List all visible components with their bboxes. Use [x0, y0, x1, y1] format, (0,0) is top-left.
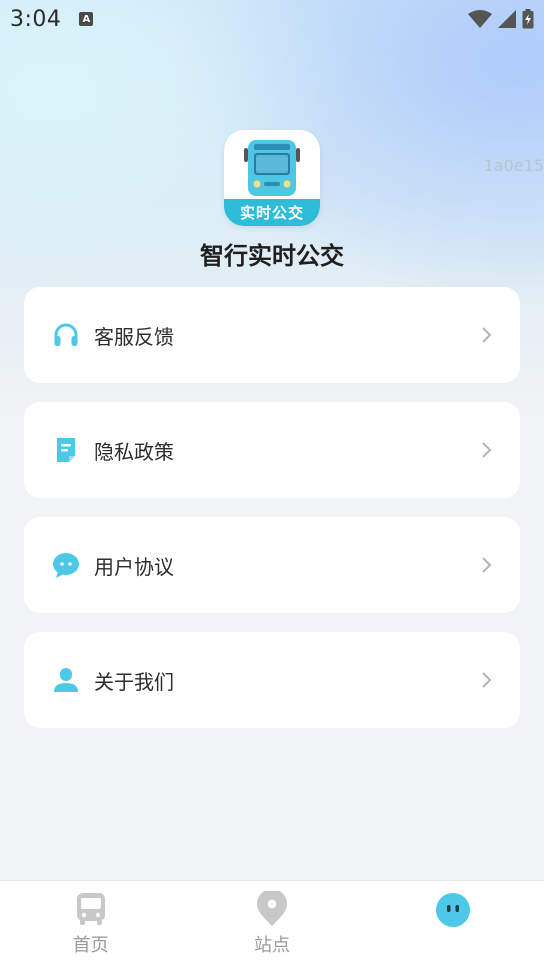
- bottom-tab-bar: 首页 站点: [0, 880, 544, 967]
- user-icon: [52, 666, 80, 694]
- profile-face-icon: [436, 893, 471, 927]
- document-icon: [52, 436, 80, 464]
- tab-label: 首页: [72, 935, 109, 956]
- tab-label: 站点: [253, 935, 290, 956]
- app-name: 智行实时公交: [200, 242, 344, 270]
- menu-item-label: 关于我们: [94, 669, 174, 694]
- chevron-right-icon: [482, 557, 492, 573]
- battery-charging-icon: [522, 9, 534, 29]
- menu-item-privacy-policy[interactable]: 隐私政策: [24, 402, 520, 498]
- menu-item-user-agreement[interactable]: 用户协议: [24, 517, 520, 613]
- status-time: 3:04: [10, 6, 62, 32]
- chevron-right-icon: [482, 442, 492, 458]
- app-logo: 实时公交: [224, 130, 320, 226]
- menu-item-label: 客服反馈: [94, 324, 174, 349]
- chat-bubble-icon: [52, 551, 80, 579]
- tab-stations[interactable]: 站点: [181, 881, 362, 967]
- wifi-icon: [468, 10, 492, 28]
- logo-band-text: 实时公交: [224, 199, 320, 226]
- debug-id-text: 1a0e15: [483, 156, 544, 175]
- menu-item-label: 隐私政策: [94, 439, 174, 464]
- menu-item-customer-feedback[interactable]: 客服反馈: [24, 287, 520, 383]
- status-bar: 3:04 A: [0, 0, 544, 38]
- location-pin-icon: [256, 891, 287, 926]
- status-notification-indicator: A: [79, 12, 94, 26]
- tab-home[interactable]: 首页: [0, 881, 181, 967]
- chevron-right-icon: [482, 672, 492, 688]
- tab-profile[interactable]: [363, 881, 544, 967]
- menu-item-label: 用户协议: [94, 554, 174, 579]
- status-icons: [468, 9, 534, 29]
- headphones-icon: [52, 321, 80, 349]
- menu-item-about-us[interactable]: 关于我们: [24, 632, 520, 728]
- bus-icon: [76, 893, 105, 925]
- chevron-right-icon: [482, 327, 492, 343]
- signal-icon: [498, 10, 516, 28]
- bus-logo-icon: [244, 140, 300, 196]
